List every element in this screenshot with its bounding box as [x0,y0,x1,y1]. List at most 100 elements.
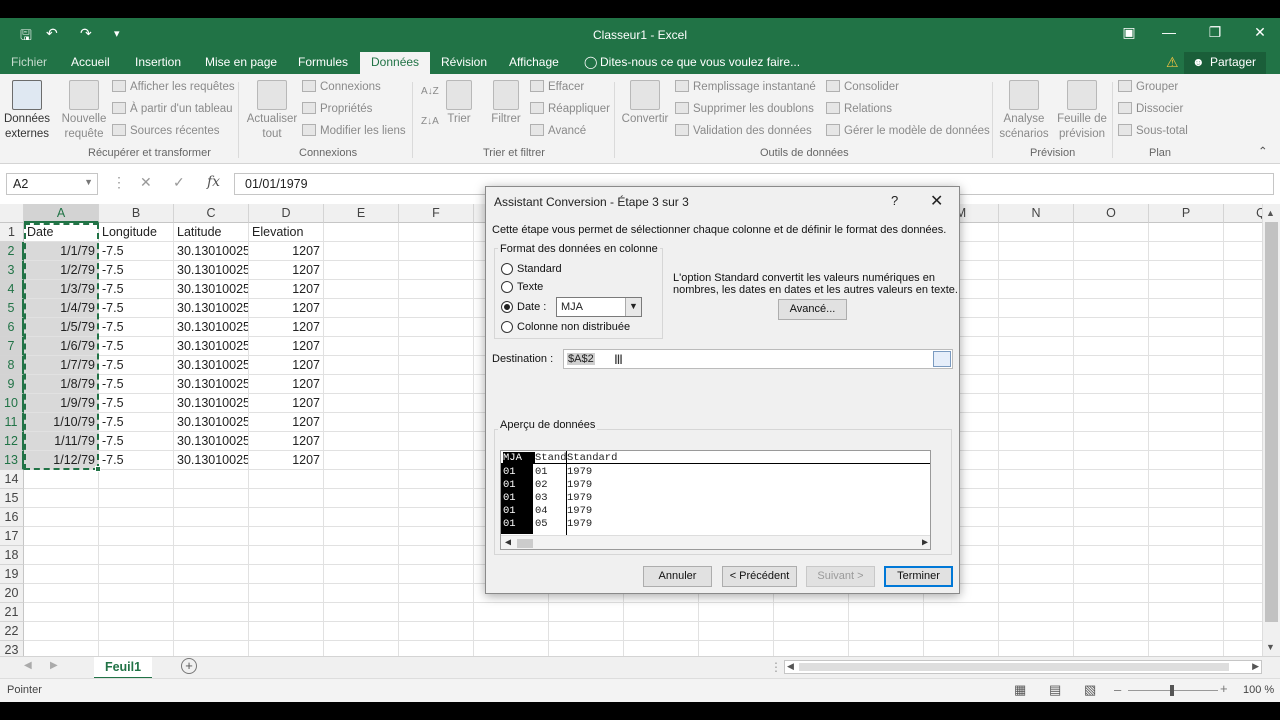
close-icon[interactable]: ✕ [930,191,943,211]
cell-o6[interactable] [1074,318,1149,337]
cell-b15[interactable] [99,489,174,508]
preview-hscroll-thumb[interactable] [517,539,533,548]
cell-o23[interactable] [1074,641,1149,656]
cell-c19[interactable] [174,565,249,584]
cell-f10[interactable] [399,394,474,413]
reapply-button[interactable]: Réappliquer [530,102,610,115]
cell-d3[interactable]: 1207 [249,261,324,280]
row-header-12[interactable]: 12 [0,432,24,451]
cell-p4[interactable] [1149,280,1224,299]
cell-e13[interactable] [324,451,399,470]
cell-f21[interactable] [399,603,474,622]
cell-n13[interactable] [999,451,1074,470]
cell-n1[interactable] [999,223,1074,242]
cell-p5[interactable] [1149,299,1224,318]
cell-p11[interactable] [1149,413,1224,432]
cell-d9[interactable]: 1207 [249,375,324,394]
cell-o21[interactable] [1074,603,1149,622]
cell-n8[interactable] [999,356,1074,375]
cell-p7[interactable] [1149,337,1224,356]
clear-button[interactable]: Effacer [530,80,584,93]
edit-links-button[interactable]: Modifier les liens [302,124,406,137]
cell-b19[interactable] [99,565,174,584]
relationships-button[interactable]: Relations [826,102,892,115]
cell-d23[interactable] [249,641,324,656]
cell-d7[interactable]: 1207 [249,337,324,356]
cell-d17[interactable] [249,527,324,546]
cell-c7[interactable]: 30.13010025 [174,337,249,356]
zoom-slider-thumb[interactable] [1170,685,1174,696]
consolidate-button[interactable]: Consolider [826,80,899,93]
data-validation-button[interactable]: Validation des données [675,124,812,137]
cell-d21[interactable] [249,603,324,622]
cell-i23[interactable] [624,641,699,656]
cell-o10[interactable] [1074,394,1149,413]
row-header-8[interactable]: 8 [0,356,24,375]
cell-e6[interactable] [324,318,399,337]
previous-button[interactable]: < Précédent [722,566,797,587]
row-header-22[interactable]: 22 [0,622,24,641]
row-header-13[interactable]: 13 [0,451,24,470]
cell-p14[interactable] [1149,470,1224,489]
recent-sources-button[interactable]: Sources récentes [112,124,220,137]
cell-d2[interactable]: 1207 [249,242,324,261]
cell-a15[interactable] [24,489,99,508]
get-external-data-button[interactable]: Données externes [2,80,52,142]
cell-p23[interactable] [1149,641,1224,656]
cell-d15[interactable] [249,489,324,508]
cell-p2[interactable] [1149,242,1224,261]
row-header-19[interactable]: 19 [0,565,24,584]
cell-o9[interactable] [1074,375,1149,394]
cell-e10[interactable] [324,394,399,413]
cell-l22[interactable] [849,622,924,641]
cell-c5[interactable]: 30.13010025 [174,299,249,318]
radio-date[interactable] [501,301,513,313]
cell-p18[interactable] [1149,546,1224,565]
row-header-21[interactable]: 21 [0,603,24,622]
maximize-icon[interactable]: ❐ [1205,24,1225,41]
cell-f19[interactable] [399,565,474,584]
cell-e3[interactable] [324,261,399,280]
cell-a18[interactable] [24,546,99,565]
cell-b1[interactable]: Longitude [99,223,174,242]
page-layout-icon[interactable]: ▤ [1049,682,1061,698]
data-preview[interactable]: MJA Stand Standard 01 01 01 01 01 01 02 03 04 05 1979… [500,450,931,550]
radio-skip-column[interactable] [501,321,513,333]
cell-p8[interactable] [1149,356,1224,375]
row-header-6[interactable]: 6 [0,318,24,337]
cell-c21[interactable] [174,603,249,622]
cell-p12[interactable] [1149,432,1224,451]
cell-p9[interactable] [1149,375,1224,394]
cell-c16[interactable] [174,508,249,527]
cell-f11[interactable] [399,413,474,432]
ungroup-button[interactable]: Dissocier [1118,102,1183,115]
cell-h22[interactable] [549,622,624,641]
add-sheet-icon[interactable]: + [181,658,197,674]
help-icon[interactable]: ? [891,193,898,208]
tab-mise-en-page[interactable]: Mise en page [205,55,277,69]
cell-e9[interactable] [324,375,399,394]
cell-b14[interactable] [99,470,174,489]
tab-accueil[interactable]: Accueil [71,55,110,69]
cell-d10[interactable]: 1207 [249,394,324,413]
cell-n10[interactable] [999,394,1074,413]
cell-d11[interactable]: 1207 [249,413,324,432]
advanced-filter-button[interactable]: Avancé [530,124,586,137]
cell-p21[interactable] [1149,603,1224,622]
cell-b2[interactable]: -7.5 [99,242,174,261]
normal-view-icon[interactable]: ▦ [1014,682,1026,698]
row-header-1[interactable]: 1 [0,223,24,242]
cell-n18[interactable] [999,546,1074,565]
cell-j23[interactable] [699,641,774,656]
cell-f5[interactable] [399,299,474,318]
cell-f22[interactable] [399,622,474,641]
preview-horizontal-scrollbar[interactable]: ◀ ▶ [501,535,930,549]
cell-b5[interactable]: -7.5 [99,299,174,318]
remove-duplicates-button[interactable]: Supprimer les doublons [675,102,814,115]
cell-f4[interactable] [399,280,474,299]
cell-b23[interactable] [99,641,174,656]
cell-o17[interactable] [1074,527,1149,546]
scroll-left-icon[interactable]: ◀ [787,661,794,672]
cell-m22[interactable] [924,622,999,641]
cell-c6[interactable]: 30.13010025 [174,318,249,337]
